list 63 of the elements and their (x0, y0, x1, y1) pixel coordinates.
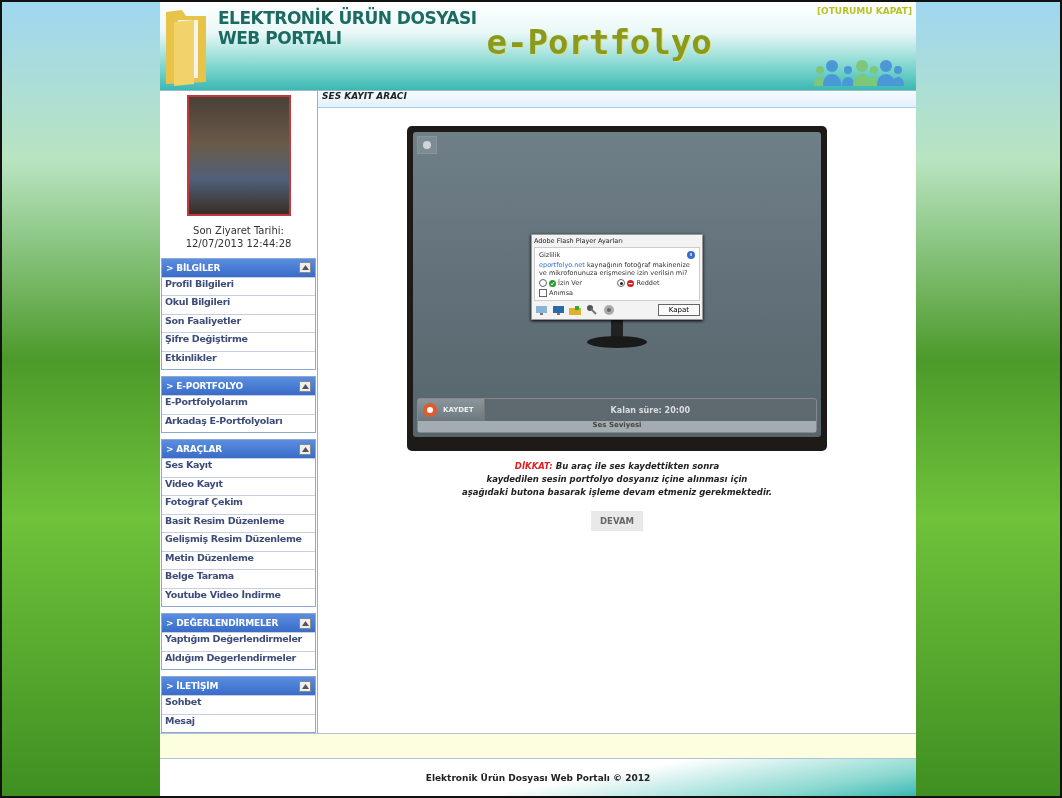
continue-button[interactable]: DEVAM (591, 511, 643, 531)
monitor-icon (535, 305, 547, 315)
help-icon[interactable] (687, 251, 695, 259)
toggle-button[interactable] (299, 617, 311, 629)
last-visit-date: 12/07/2013 12:44:28 (185, 236, 292, 250)
copyright-text: Elektronik Ürün Dosyası Web Portalı © 2012 (425, 772, 651, 783)
collapse-icon (301, 383, 309, 389)
camera-tab[interactable] (602, 303, 616, 317)
collapse-icon (301, 620, 309, 626)
section-title: > BİLGİLER (166, 262, 221, 273)
menu-link[interactable]: Ses Kayıt (162, 458, 315, 477)
menu-link[interactable]: E-Portfolyolarım (162, 395, 315, 414)
section-title: > ARAÇLAR (166, 444, 222, 454)
check-circle-icon (549, 279, 556, 287)
last-visit-label: Son Ziyaret Tarihi: (193, 223, 284, 237)
webcam-icon (604, 305, 614, 315)
menu-link[interactable]: Metin Düzenleme (162, 550, 315, 569)
warning-text: aşağıdaki butona basarak işleme devam etmeniz gerekmektedir. (461, 487, 773, 497)
menu-link[interactable]: Fotoğraf Çekim (162, 495, 315, 514)
section-title: > İLETİŞİM (166, 681, 219, 691)
microphone-icon (587, 305, 597, 315)
menu-link[interactable]: Yaptığım Değerlendirmeler (162, 632, 315, 651)
remaining-time: Kalan süre: 20:00 (609, 405, 692, 415)
menu-link[interactable]: Video Kayıt (162, 476, 315, 495)
menu-link[interactable]: Şifre Değiştirme (162, 332, 315, 351)
block-icon (627, 279, 635, 287)
microphone-tab[interactable] (585, 303, 599, 317)
record-icon (422, 402, 438, 418)
menu-link[interactable]: Son Faaliyetler (162, 313, 315, 332)
collapse-icon (301, 265, 309, 270)
menu-link[interactable]: Mesaj (162, 713, 315, 732)
menu-link[interactable]: Okul Bilgileri (162, 295, 315, 314)
folder-icon (569, 305, 581, 315)
section-title: > DEĞERLENDİRMELER (166, 618, 279, 628)
toggle-button[interactable] (299, 443, 311, 455)
portfolio-logo: e-Portfolyo (486, 22, 712, 62)
warning-text: kaydedilen sesin portfolyo dosyanız içine alınması için (486, 474, 748, 484)
monitor-icon (552, 305, 564, 315)
menu-link[interactable]: Aldığım Degerlendirmeler (162, 650, 315, 669)
radio-button[interactable] (539, 279, 547, 287)
menu-link[interactable]: Sohbet (162, 695, 315, 714)
menu-link[interactable]: Basit Resim Düzenleme (162, 513, 315, 532)
toggle-button[interactable] (299, 262, 311, 273)
page-title: SES KAYIT ARACI (318, 91, 916, 108)
menu-link[interactable]: Youtube Video İndirme (162, 587, 315, 606)
toggle-button[interactable] (299, 380, 311, 392)
menu-link[interactable]: Arkadaş E-Portfolyoları (162, 413, 315, 432)
portal-title: WEB PORTALI (218, 28, 343, 48)
monitor-stand-drawing (587, 318, 647, 348)
section-title: > E-PORTFOLYO (166, 381, 243, 391)
checkbox[interactable] (539, 289, 547, 297)
menu-link[interactable]: Etkinlikler (162, 350, 315, 369)
privacy-tab[interactable] (551, 303, 565, 317)
warning-text: DİKKAT: Bu araç ile ses kaydettikten sonra (514, 461, 720, 471)
menu-link[interactable]: Gelişmiş Resim Düzenleme (162, 532, 315, 551)
collapse-icon (301, 683, 309, 689)
menu-link[interactable]: Profil Bilgileri (162, 276, 315, 295)
display-tab[interactable] (534, 303, 548, 317)
toggle-button[interactable] (299, 680, 311, 692)
portal-title: ELEKTRONİK ÜRÜN DOSYASI (218, 8, 477, 28)
radio-button[interactable] (617, 279, 626, 287)
collapse-icon (301, 446, 309, 452)
menu-link[interactable]: Belge Tarama (162, 569, 315, 588)
